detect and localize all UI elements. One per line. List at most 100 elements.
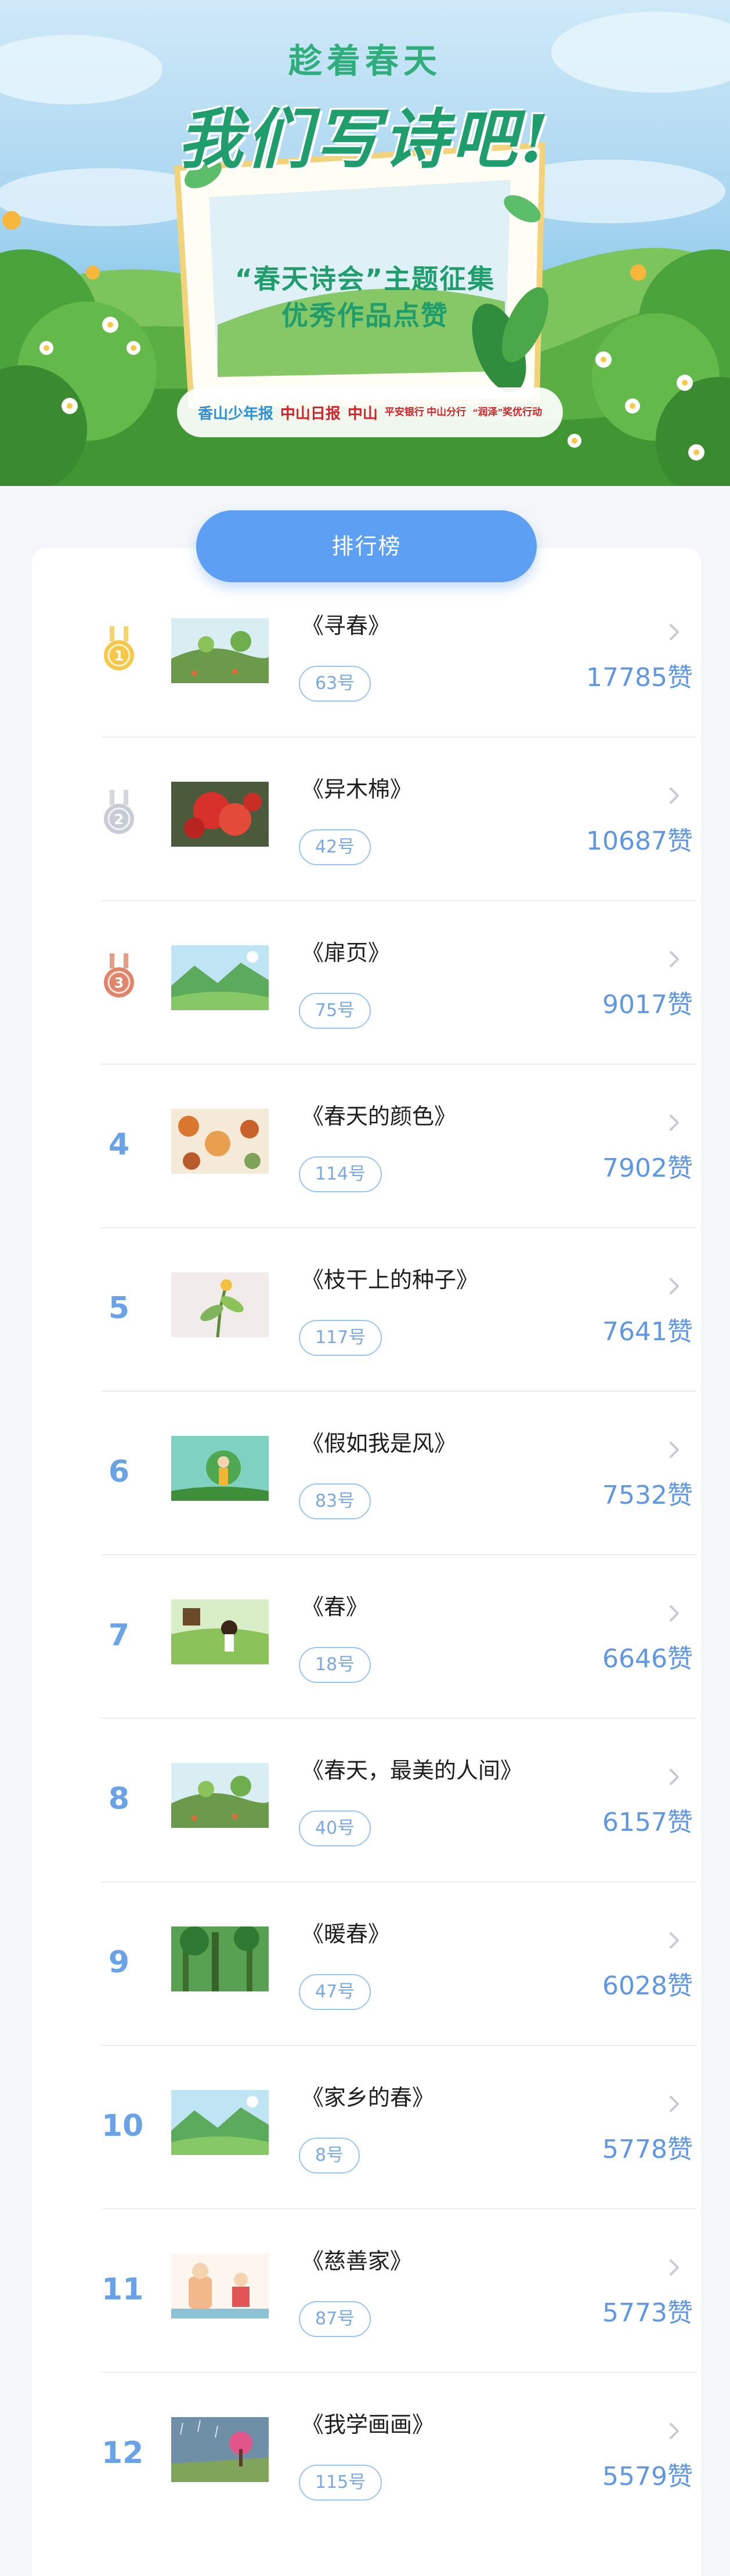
rank-number: 9 <box>108 1945 130 1980</box>
like-count: 17785赞 <box>586 663 693 692</box>
chevron-right-icon[interactable] <box>664 1276 685 1297</box>
entry-number-badge: 18号 <box>299 1647 371 1683</box>
banner: 趁着春天 我们写诗吧! “春天诗会”主题征集 优秀作品点赞 香山少年报 中山日报… <box>0 0 730 486</box>
chevron-right-icon[interactable] <box>664 1112 685 1133</box>
ranking-row[interactable]: 1 《寻春》 63号 17785赞 <box>102 574 696 738</box>
like-count: 7641赞 <box>602 1317 693 1347</box>
sponsor-logo-1: 香山少年报 <box>197 405 273 422</box>
artwork-thumbnail[interactable] <box>171 1109 269 1174</box>
chevron-right-icon[interactable] <box>664 2421 685 2441</box>
artwork-thumbnail[interactable] <box>171 2417 269 2482</box>
entry-number-badge: 83号 <box>299 1483 371 1519</box>
rank-number: 5 <box>108 1291 130 1326</box>
banner-subtitle-1: “春天诗会”主题征集 <box>234 263 496 295</box>
artwork-thumbnail[interactable] <box>171 1599 269 1664</box>
sponsor-strip: 香山少年报 中山日报 中山 平安银行 中山分行 “润泽”奖优行动 <box>177 387 563 437</box>
chevron-right-icon[interactable] <box>664 622 685 643</box>
artwork-title: 《假如我是风》 <box>302 1431 457 1456</box>
chevron-right-icon[interactable] <box>664 785 685 806</box>
artwork-title: 《我学画画》 <box>302 2412 435 2437</box>
like-count: 6157赞 <box>602 1808 693 1837</box>
chevron-right-icon[interactable] <box>664 949 685 970</box>
artwork-thumbnail[interactable] <box>171 1436 269 1501</box>
ranking-row[interactable]: 12 《我学画画》 115号 5579赞 <box>102 2373 696 2537</box>
entry-number-badge: 87号 <box>299 2301 371 2337</box>
like-count: 5773赞 <box>602 2298 693 2328</box>
like-count: 6028赞 <box>602 1971 693 2001</box>
entry-number-badge: 75号 <box>299 993 371 1029</box>
artwork-title: 《春天，最美的人间》 <box>302 1758 523 1783</box>
artwork-thumbnail[interactable] <box>171 1272 269 1337</box>
artwork-thumbnail[interactable] <box>171 1763 269 1828</box>
artwork-title: 《暖春》 <box>302 1921 391 1947</box>
silver-medal-icon: 2 <box>102 790 136 836</box>
artwork-title: 《扉页》 <box>302 940 391 966</box>
chevron-right-icon[interactable] <box>664 1766 685 1787</box>
rank-number: 10 <box>102 2109 144 2143</box>
artwork-thumbnail[interactable] <box>171 2090 269 2155</box>
chevron-right-icon[interactable] <box>664 1439 685 1460</box>
ranking-row[interactable]: 3 《扉页》 75号 9017赞 <box>102 901 696 1065</box>
ranking-card: 1 《寻春》 63号 17785赞 2 《异木棉》 42号 10687赞 3 《扉页》 75号 901… <box>32 548 701 2576</box>
entry-number-badge: 63号 <box>299 666 371 702</box>
rank-number: 8 <box>108 1782 130 1816</box>
like-count: 7532赞 <box>602 1481 693 1510</box>
ranking-row[interactable]: 7 《春》 18号 6646赞 <box>102 1555 696 1719</box>
artwork-title: 《异木棉》 <box>302 777 413 802</box>
sponsor-logo-3: 中山 <box>347 405 378 422</box>
chevron-right-icon[interactable] <box>664 2257 685 2278</box>
artwork-thumbnail[interactable] <box>171 618 269 683</box>
sponsor-logo-4: 平安银行 中山分行 <box>384 407 467 418</box>
artwork-thumbnail[interactable] <box>171 1926 269 1991</box>
medal-rank-number: 3 <box>114 975 124 991</box>
ranking-row[interactable]: 6 《假如我是风》 83号 7532赞 <box>102 1392 696 1555</box>
ranking-row[interactable]: 2 《异木棉》 42号 10687赞 <box>102 738 696 901</box>
medal-rank-number: 1 <box>114 648 124 664</box>
ranking-row[interactable]: 10 《家乡的春》 8号 5778赞 <box>102 2046 696 2209</box>
rank-number: 12 <box>102 2436 144 2470</box>
artwork-title: 《春天的颜色》 <box>302 1104 457 1129</box>
artwork-title: 《慈善家》 <box>302 2248 413 2274</box>
like-count: 5778赞 <box>602 2135 693 2164</box>
sponsor-logo-5: “润泽”奖优行动 <box>473 407 543 418</box>
like-count: 5579赞 <box>602 2462 693 2491</box>
artwork-title: 《春》 <box>302 1594 368 1620</box>
rank-number: 7 <box>108 1618 130 1653</box>
entry-number-badge: 47号 <box>299 1974 371 2010</box>
medal-rank-number: 2 <box>114 811 124 828</box>
like-count: 7902赞 <box>602 1153 693 1183</box>
rank-number: 4 <box>108 1127 130 1162</box>
banner-pretitle: 趁着春天 <box>288 41 442 81</box>
ranking-row[interactable]: 8 《春天，最美的人间》 40号 6157赞 <box>102 1719 696 1882</box>
artwork-title: 《枝干上的种子》 <box>302 1267 479 1293</box>
rank-number: 11 <box>102 2272 144 2307</box>
like-count: 10687赞 <box>586 826 693 856</box>
entry-number-badge: 115号 <box>299 2465 382 2501</box>
chevron-right-icon[interactable] <box>664 2094 685 2114</box>
like-count: 6646赞 <box>602 1644 693 1674</box>
artwork-thumbnail[interactable] <box>171 782 269 847</box>
entry-number-badge: 114号 <box>299 1156 382 1192</box>
tab-ranking[interactable]: 排行榜 <box>196 510 537 582</box>
chevron-right-icon[interactable] <box>664 1930 685 1951</box>
entry-number-badge: 117号 <box>299 1320 382 1356</box>
ranking-row[interactable]: 5 《枝干上的种子》 117号 7641赞 <box>102 1228 696 1392</box>
entry-number-badge: 40号 <box>299 1811 371 1846</box>
ranking-row[interactable]: 9 《暖春》 47号 6028赞 <box>102 1882 696 2046</box>
ranking-row[interactable]: 4 《春天的颜色》 114号 7902赞 <box>102 1065 696 1228</box>
artwork-title: 《家乡的春》 <box>302 2085 435 2110</box>
chevron-right-icon[interactable] <box>664 1603 685 1624</box>
entry-number-badge: 8号 <box>299 2138 360 2174</box>
gold-medal-icon: 1 <box>102 626 136 673</box>
rank-number: 6 <box>108 1454 130 1489</box>
artwork-title: 《寻春》 <box>302 613 391 638</box>
banner-subtitle-2: 优秀作品点赞 <box>281 300 449 331</box>
artwork-thumbnail[interactable] <box>171 945 269 1010</box>
like-count: 9017赞 <box>602 990 693 1019</box>
entry-number-badge: 42号 <box>299 829 371 865</box>
artwork-thumbnail[interactable] <box>171 2254 269 2319</box>
bronze-medal-icon: 3 <box>102 953 136 1000</box>
sponsor-logo-2: 中山日报 <box>280 405 341 422</box>
ranking-row[interactable]: 11 《慈善家》 87号 5773赞 <box>102 2209 696 2373</box>
banner-main-title: 我们写诗吧! <box>178 101 552 177</box>
